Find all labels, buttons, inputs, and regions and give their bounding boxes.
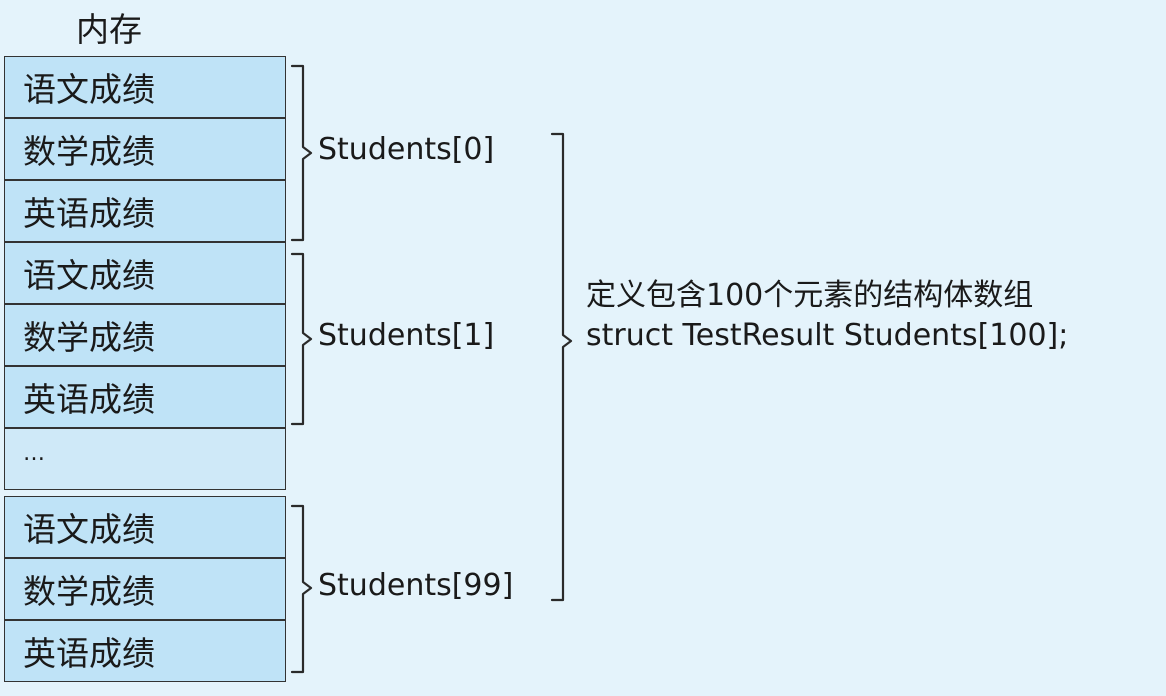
memory-title: 内存	[76, 10, 142, 49]
label-students-99: Students[99]	[318, 568, 514, 603]
brace-students-1	[290, 252, 313, 426]
label-students-0: Students[0]	[318, 132, 495, 167]
memory-cell-math-score-99: 数学成绩	[4, 558, 286, 620]
struct-array-memory-diagram: 内存 语文成绩 数学成绩 英语成绩 语文成绩 数学成绩 英语成绩 … 语文成绩 …	[0, 0, 1166, 696]
brace-whole-array	[550, 132, 573, 602]
brace-students-0	[290, 64, 313, 242]
memory-cell-math-score-1: 数学成绩	[4, 304, 286, 366]
memory-cell-english-score-1: 英语成绩	[4, 366, 286, 428]
memory-cell-chinese-score-1: 语文成绩	[4, 242, 286, 304]
memory-column: 语文成绩 数学成绩 英语成绩 语文成绩 数学成绩 英语成绩 … 语文成绩 数学成…	[4, 56, 288, 684]
memory-cell-english-score-99: 英语成绩	[4, 620, 286, 682]
memory-cell-chinese-score-0: 语文成绩	[4, 56, 286, 118]
array-definition-caption: 定义包含100个元素的结构体数组	[586, 278, 1034, 313]
memory-cell-english-score-0: 英语成绩	[4, 180, 286, 242]
brace-students-99	[290, 504, 313, 674]
array-declaration-code: struct TestResult Students[100];	[586, 318, 1069, 353]
label-students-1: Students[1]	[318, 318, 495, 353]
memory-cell-chinese-score-99: 语文成绩	[4, 496, 286, 558]
memory-cell-ellipsis: …	[4, 428, 286, 490]
memory-cell-math-score-0: 数学成绩	[4, 118, 286, 180]
